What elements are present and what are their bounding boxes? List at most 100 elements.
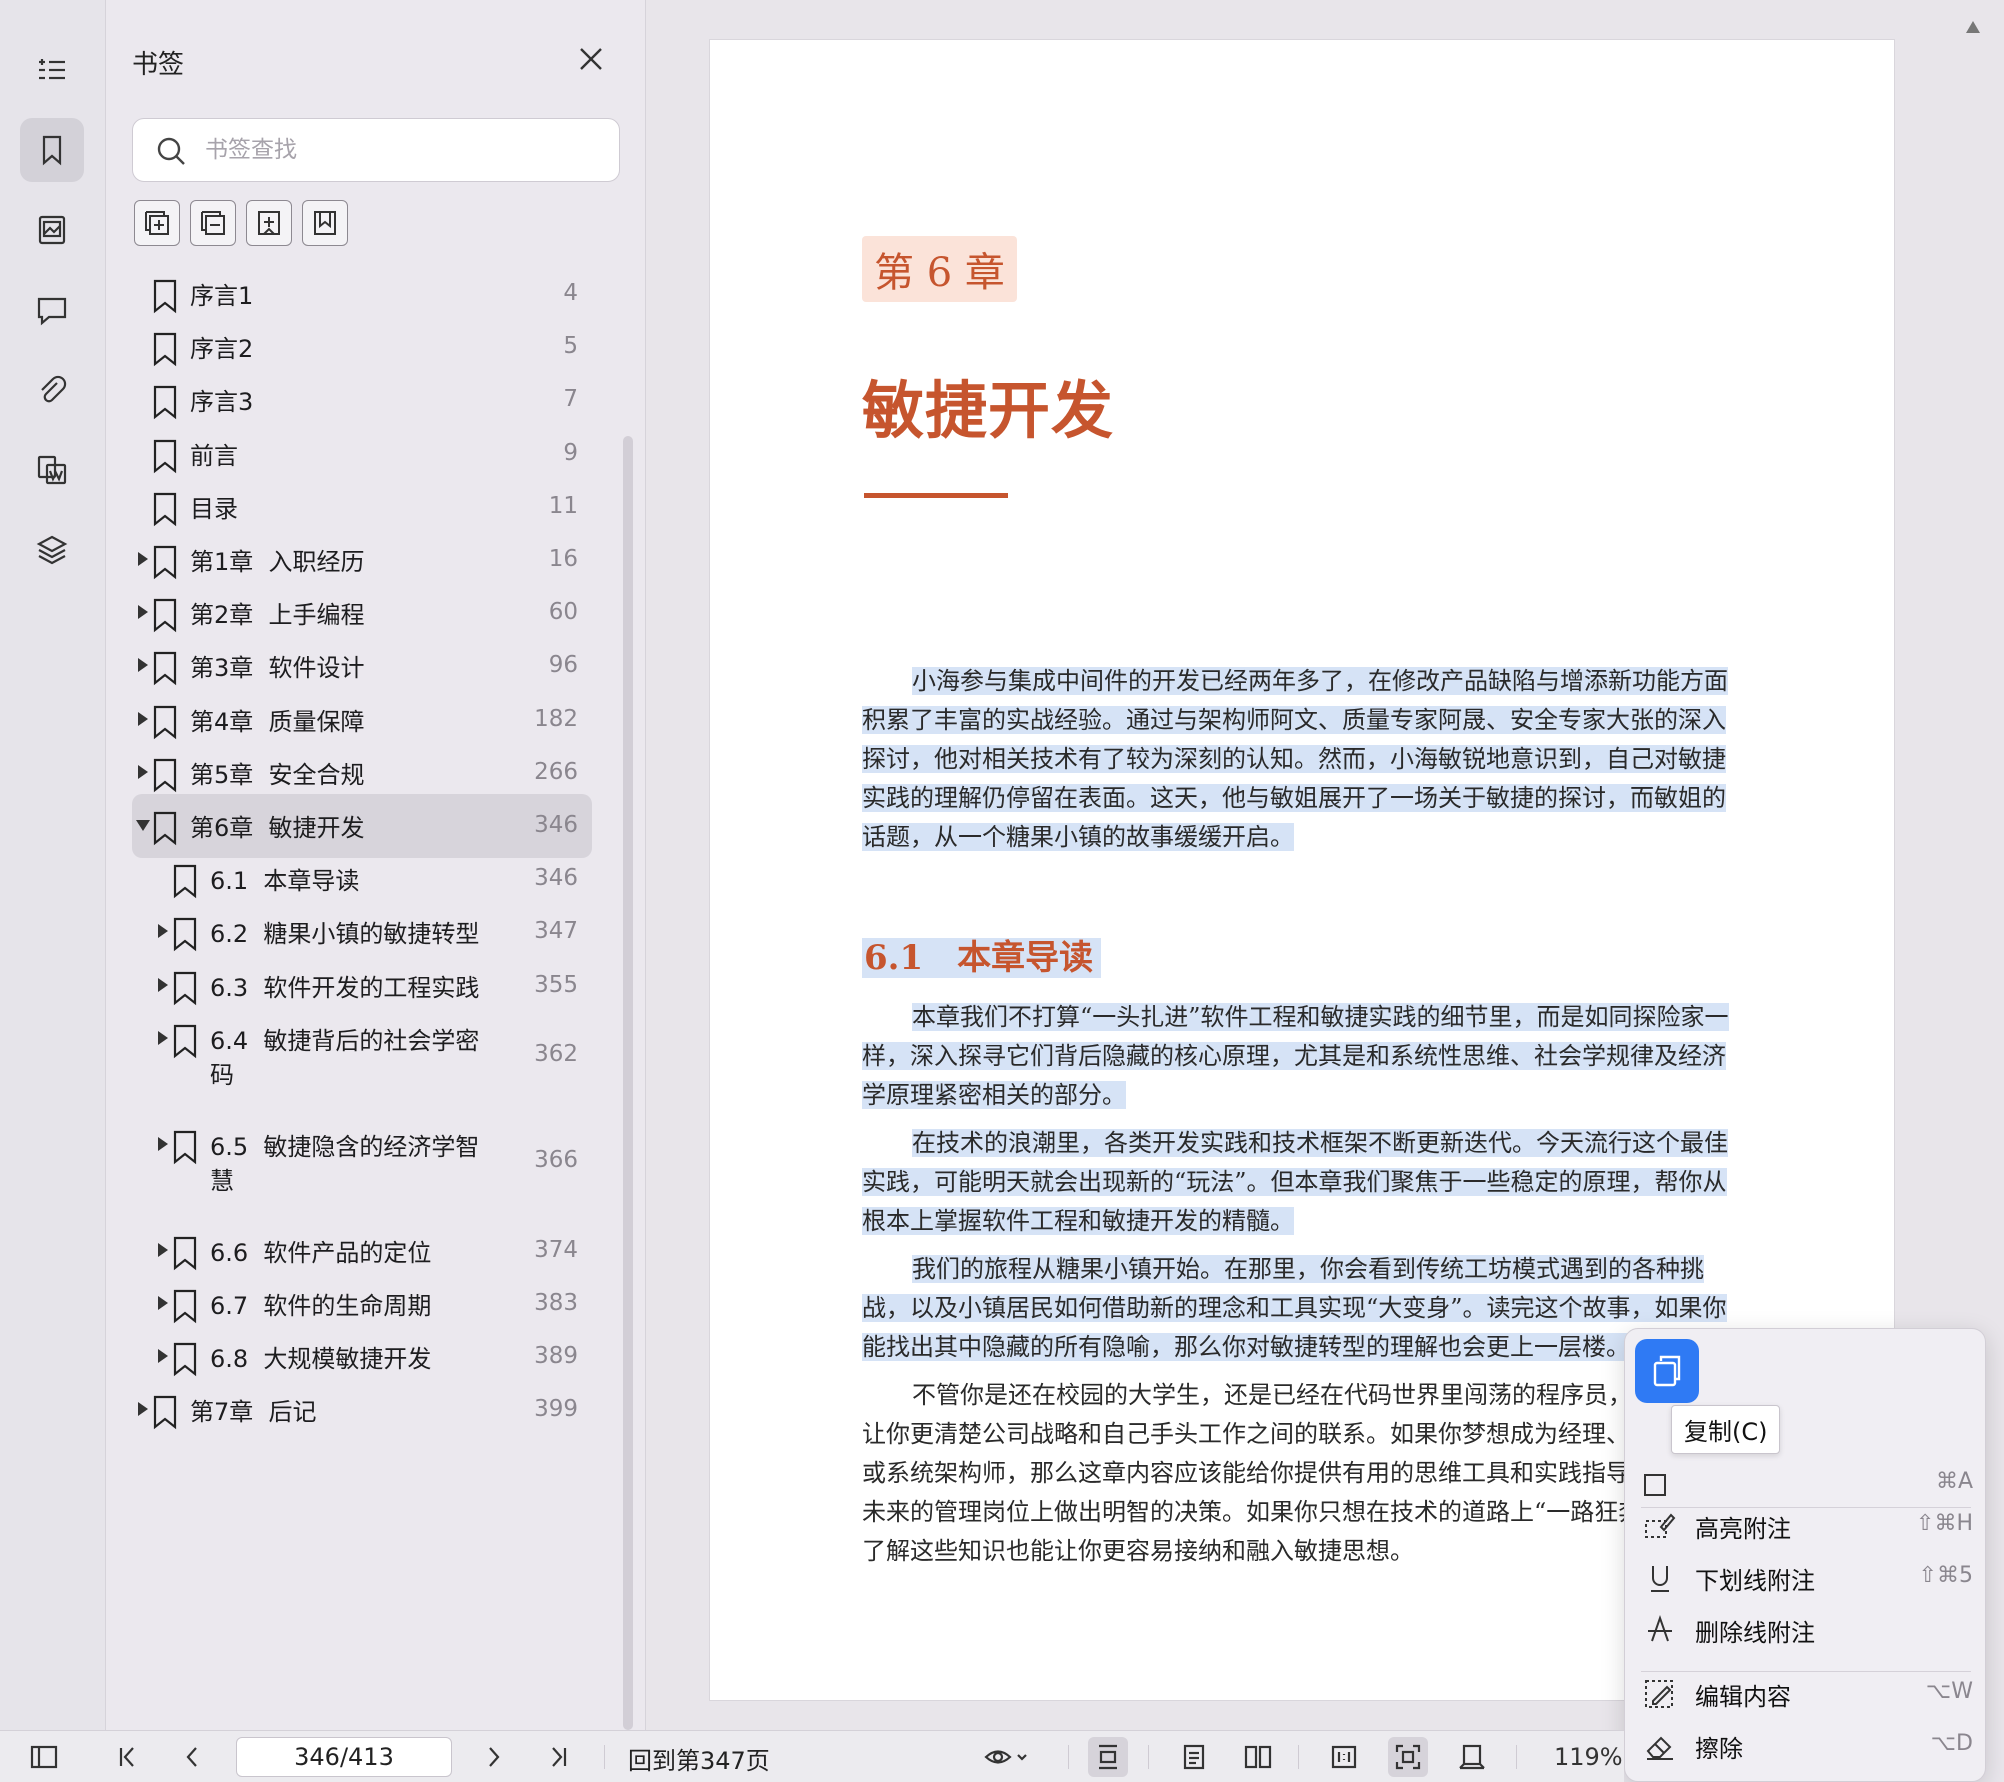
toggle-sidebar-button[interactable] bbox=[24, 1737, 64, 1777]
bookmark-page-number: 11 bbox=[548, 492, 578, 519]
single-page-button[interactable] bbox=[1174, 1737, 1214, 1777]
menu-item[interactable]: 编辑内容 ⌥W bbox=[1643, 1671, 1973, 1717]
paragraph-2[interactable]: 在技术的浪潮里，各类开发实践和技术框架不断更新迭代。今天流行这个最佳实践，可能明… bbox=[862, 1124, 1742, 1241]
bookmark-icon bbox=[150, 597, 180, 633]
layers-icon[interactable] bbox=[20, 518, 84, 582]
actual-size-button[interactable] bbox=[1324, 1737, 1364, 1777]
caret-right-icon[interactable] bbox=[156, 1241, 170, 1259]
bookmark-page-number: 347 bbox=[534, 918, 578, 945]
bookmark-label: 第7章 后记 bbox=[190, 1398, 317, 1427]
eraser-icon bbox=[1643, 1729, 1677, 1763]
comment-icon[interactable] bbox=[20, 278, 84, 342]
bookmark-label: 序言2 bbox=[190, 335, 254, 364]
bookmark-icon bbox=[150, 650, 180, 686]
bookmark-icon bbox=[150, 544, 180, 580]
last-page-button[interactable] bbox=[538, 1737, 578, 1777]
expand-all-icon bbox=[145, 211, 169, 235]
toolbar-separator bbox=[604, 1745, 605, 1769]
bookmark-page-number: 362 bbox=[534, 1040, 578, 1067]
signature-icon[interactable] bbox=[20, 438, 84, 502]
back-to-page-link[interactable]: 回到第347页 bbox=[628, 1741, 770, 1776]
thumbnail-icon[interactable] bbox=[20, 198, 84, 262]
bookmark-panel: 书签 序言1 4 序言2 5 序言3 7 前言 9 目录 11 第1章 入职经历 16 第2章 上手编程… bbox=[106, 0, 646, 1730]
copy-button[interactable] bbox=[1635, 1339, 1699, 1403]
continuous-scroll-button[interactable] bbox=[1452, 1737, 1492, 1777]
paragraph-3[interactable]: 我们的旅程从糖果小镇开始。在那里，你会看到传统工坊模式遇到的各种挑战，以及小镇居… bbox=[862, 1250, 1742, 1367]
menu-item[interactable]: 删除线附注 bbox=[1643, 1607, 1973, 1653]
bookmark-search-input[interactable] bbox=[205, 129, 605, 171]
paragraph-1[interactable]: 本章我们不打算“一头扎进”软件工程和敏捷实践的细节里，而是如同探险家一样，深入探… bbox=[862, 998, 1742, 1115]
fit-page-button[interactable] bbox=[1388, 1737, 1428, 1777]
caret-right-icon[interactable] bbox=[156, 976, 170, 994]
caret-right-icon[interactable] bbox=[156, 1135, 170, 1153]
two-page-button[interactable] bbox=[1238, 1737, 1278, 1777]
caret-right-icon[interactable] bbox=[156, 1294, 170, 1312]
bookmark-label: 第6章 敏捷开发 bbox=[190, 814, 365, 842]
bookmark-page-number: 374 bbox=[534, 1236, 578, 1263]
outline-icon[interactable] bbox=[20, 38, 84, 102]
caret-right-icon[interactable] bbox=[136, 763, 150, 781]
bookmark-button[interactable] bbox=[302, 200, 348, 246]
close-panel-button[interactable] bbox=[576, 44, 606, 74]
bookmark-page-number: 7 bbox=[563, 386, 578, 413]
caret-right-icon[interactable] bbox=[136, 603, 150, 621]
menu-item-label: 编辑内容 bbox=[1695, 1683, 1791, 1711]
caret-right-icon[interactable] bbox=[136, 1400, 150, 1418]
add-bookmark-button[interactable] bbox=[246, 200, 292, 246]
bookmark-label: 序言1 bbox=[190, 282, 254, 310]
bookmark-label: 第1章 入职经历 bbox=[190, 548, 365, 576]
menu-item-label: 删除线附注 bbox=[1695, 1619, 1815, 1647]
select-all-item[interactable]: ⌘A bbox=[1643, 1461, 1973, 1507]
triangle-up-icon bbox=[1966, 21, 1980, 33]
shortcut-label: ⌥W bbox=[1925, 1679, 1973, 1704]
paragraph-4[interactable]: 不管你是还在校园的大学生，还是已经在代码世界里闯荡的程序员，本章都能让你更清楚公… bbox=[862, 1376, 1742, 1571]
chapter-title: 敏捷开发 bbox=[862, 374, 1115, 447]
bookmark-list: 序言1 4 序言2 5 序言3 7 前言 9 目录 11 第1章 入职经历 16 第2章 上手编程 60 第… bbox=[106, 262, 626, 1730]
bookmark-search-box bbox=[132, 118, 620, 182]
bookmark-icon bbox=[170, 916, 200, 952]
fit-width-button[interactable] bbox=[1088, 1737, 1128, 1777]
fit-page-icon bbox=[1395, 1744, 1421, 1770]
first-page-button[interactable] bbox=[108, 1737, 148, 1777]
page-number-input[interactable] bbox=[236, 1737, 452, 1777]
two-page-icon bbox=[1244, 1745, 1272, 1769]
panel-scrollbar[interactable] bbox=[623, 436, 633, 1730]
bookmark-page-number: 60 bbox=[548, 599, 578, 626]
section-title[interactable]: 6.1 本章导读 bbox=[862, 930, 1102, 979]
previous-page-button[interactable] bbox=[172, 1737, 212, 1777]
zoom-level[interactable]: 119% bbox=[1554, 1743, 1623, 1771]
bookmark-item[interactable]: 6.5 敏捷隐含的经济学智 慧 366 bbox=[132, 1113, 592, 1209]
caret-down-icon[interactable] bbox=[136, 816, 150, 834]
menu-item[interactable]: 下划线附注 ⇧⌘5 bbox=[1643, 1555, 1973, 1601]
collapse-all-button[interactable] bbox=[190, 200, 236, 246]
bookmark-page-number: 266 bbox=[534, 758, 578, 785]
caret-right-icon[interactable] bbox=[136, 656, 150, 674]
caret-right-icon[interactable] bbox=[136, 710, 150, 728]
caret-right-icon[interactable] bbox=[156, 1029, 170, 1047]
highlighted-text[interactable]: 本章我们不打算“一头扎进”软件工程和敏捷实践的细节里，而是如同探险家一样，深入探… bbox=[862, 1003, 1729, 1109]
scroll-up-button[interactable] bbox=[1966, 18, 1980, 33]
menu-item[interactable]: 高亮附注 ⇧⌘H bbox=[1643, 1503, 1973, 1549]
caret-right-icon[interactable] bbox=[136, 550, 150, 568]
highlighted-text[interactable]: 在技术的浪潮里，各类开发实践和技术框架不断更新迭代。今天流行这个最佳实践，可能明… bbox=[862, 1129, 1728, 1235]
menu-item-label: 擦除 bbox=[1695, 1735, 1743, 1763]
highlighted-text[interactable]: 我们的旅程从糖果小镇开始。在那里，你会看到传统工坊模式遇到的各种挑战，以及小镇居… bbox=[862, 1255, 1727, 1361]
next-page-button[interactable] bbox=[474, 1737, 514, 1777]
intro-paragraph[interactable]: 小海参与集成中间件的开发已经两年多了，在修改产品缺陷与增添新功能方面积累了丰富的… bbox=[862, 662, 1742, 857]
single-page-icon bbox=[1183, 1744, 1205, 1770]
bookmark-panel-icon[interactable] bbox=[20, 118, 84, 182]
menu-item[interactable]: 擦除 ⌥D bbox=[1643, 1723, 1973, 1769]
attachment-icon[interactable] bbox=[20, 358, 84, 422]
highlighted-text[interactable]: 小海参与集成中间件的开发已经两年多了，在修改产品缺陷与增添新功能方面积累了丰富的… bbox=[862, 667, 1728, 851]
toolbar-separator bbox=[1516, 1745, 1517, 1769]
expand-all-button[interactable] bbox=[134, 200, 180, 246]
strikethrough-icon bbox=[1643, 1613, 1677, 1647]
bookmark-item[interactable]: 第7章 后记 399 bbox=[132, 1378, 592, 1442]
bookmark-item[interactable]: 6.4 敏捷背后的社会学密 码 362 bbox=[132, 1007, 592, 1103]
view-mode-dropdown[interactable] bbox=[976, 1737, 1036, 1777]
caret-right-icon[interactable] bbox=[156, 1347, 170, 1365]
close-icon bbox=[580, 48, 602, 70]
copy-tooltip: 复制(C) bbox=[1671, 1405, 1781, 1454]
caret-right-icon[interactable] bbox=[156, 922, 170, 940]
bookmark-icon bbox=[150, 331, 180, 367]
